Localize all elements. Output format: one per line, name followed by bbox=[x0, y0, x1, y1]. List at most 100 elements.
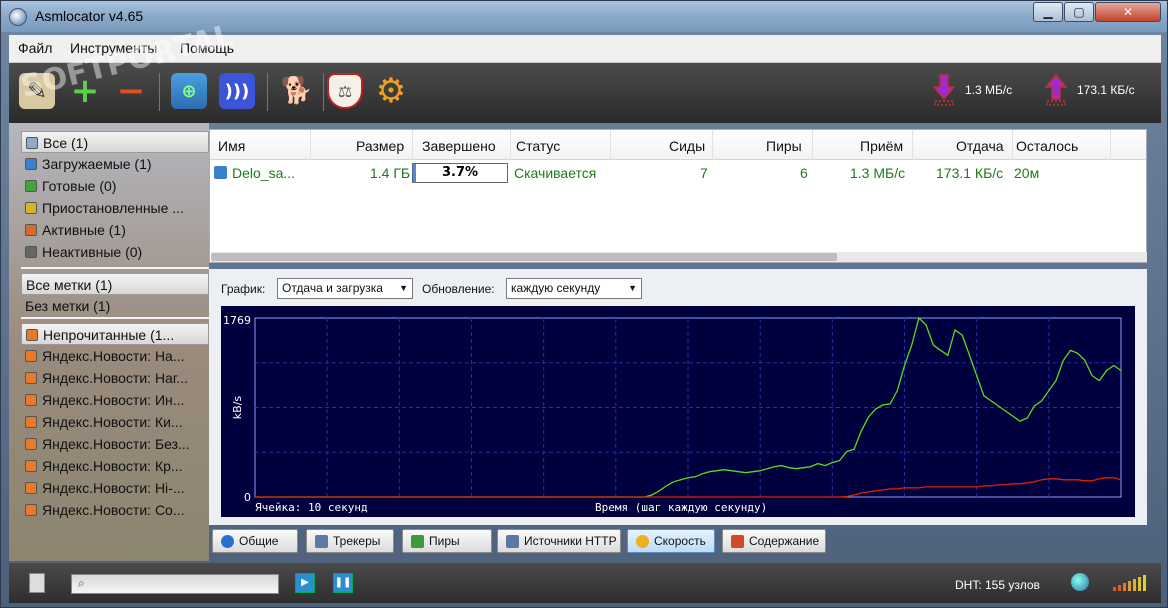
column-header-name[interactable]: Имя bbox=[218, 138, 245, 154]
column-header-eta[interactable]: Осталось bbox=[1016, 138, 1078, 154]
close-button[interactable]: ✕ bbox=[1095, 2, 1161, 22]
add-icon[interactable]: + bbox=[67, 71, 103, 111]
sidebar-item-label: Загружаемые (1) bbox=[42, 156, 152, 172]
rss-icon bbox=[26, 329, 38, 341]
update-interval-dropdown[interactable]: каждую секунду ▼ bbox=[506, 278, 642, 299]
rss-icon bbox=[25, 438, 37, 450]
sidebar-item-label: Яндекс.Новости: На... bbox=[42, 348, 185, 364]
sidebar-item-completed[interactable]: Готовые (0) bbox=[21, 175, 209, 197]
peers-icon bbox=[411, 535, 424, 548]
rss-icon bbox=[25, 394, 37, 406]
menu-help[interactable]: Помощь bbox=[180, 40, 234, 56]
maximize-button[interactable]: ▢ bbox=[1064, 2, 1094, 22]
gear-icon[interactable]: ⚙ bbox=[373, 71, 409, 111]
scrollbar-thumb[interactable] bbox=[211, 253, 837, 261]
column-header-download[interactable]: Приём bbox=[860, 138, 903, 154]
column-header-seeds[interactable]: Сиды bbox=[669, 138, 705, 154]
sidebar-divider bbox=[21, 267, 209, 269]
search-icon: ⌕ bbox=[78, 576, 85, 590]
menu-tools[interactable]: Инструменты bbox=[70, 40, 157, 56]
http-sources-icon bbox=[506, 535, 519, 548]
content-icon bbox=[731, 535, 744, 548]
cell-size: 1.4 ГБ bbox=[370, 165, 411, 181]
minimize-button[interactable]: ▁ bbox=[1033, 2, 1063, 22]
rss-icon bbox=[25, 482, 37, 494]
tab-general[interactable]: Общие bbox=[212, 529, 298, 553]
tab-content[interactable]: Содержание bbox=[722, 529, 826, 553]
column-header-upload[interactable]: Отдача bbox=[956, 138, 1004, 154]
search-input[interactable]: ⌕ bbox=[71, 574, 279, 594]
rss-icon bbox=[25, 350, 37, 362]
remove-icon[interactable]: − bbox=[113, 71, 149, 111]
network-icon[interactable]: ⊕ bbox=[171, 73, 207, 109]
menu-file[interactable]: Файл bbox=[18, 40, 52, 56]
rss-icon bbox=[25, 504, 37, 516]
shield-icon[interactable]: ⚖ bbox=[327, 73, 363, 109]
tab-label: Трекеры bbox=[333, 534, 381, 548]
sidebar-item-label: Яндекс.Новости: Hi-... bbox=[42, 480, 185, 496]
column-header-size[interactable]: Размер bbox=[356, 138, 404, 154]
sidebar-item-all-labels[interactable]: Все метки (1) bbox=[21, 273, 209, 295]
sidebar-item-label: Яндекс.Новости: Кр... bbox=[42, 458, 183, 474]
column-header-status[interactable]: Статус bbox=[516, 138, 560, 154]
column-divider bbox=[510, 130, 511, 160]
sidebar-item-downloading[interactable]: Загружаемые (1) bbox=[21, 153, 209, 175]
pause-icon[interactable]: ❚❚ bbox=[333, 573, 353, 593]
sidebar-item-inactive[interactable]: Неактивные (0) bbox=[21, 241, 209, 263]
sidebar-item-no-label[interactable]: Без метки (1) bbox=[21, 295, 209, 317]
play-icon[interactable]: ▶ bbox=[295, 573, 315, 593]
column-divider bbox=[412, 130, 413, 160]
cell-seeds: 7 bbox=[700, 165, 708, 181]
sidebar-item-feed[interactable]: Яндекс.Новости: На... bbox=[21, 345, 209, 367]
tab-http-sources[interactable]: Источники HTTP bbox=[497, 529, 621, 553]
column-divider bbox=[1012, 130, 1013, 160]
column-divider bbox=[310, 130, 311, 160]
sidebar-item-feed[interactable]: Яндекс.Новости: Ки... bbox=[21, 411, 209, 433]
status-filter-list: Все (1) Загружаемые (1) Готовые (0) Прио… bbox=[21, 131, 209, 263]
sidebar-item-label: Без метки (1) bbox=[25, 298, 111, 314]
upload-speed-icon bbox=[1045, 73, 1067, 106]
sidebar-item-feed[interactable]: Яндекс.Новости: Без... bbox=[21, 433, 209, 455]
sidebar-item-all[interactable]: Все (1) bbox=[21, 131, 209, 153]
horizontal-scrollbar[interactable] bbox=[211, 252, 1147, 262]
toolbar: ✎ + − ⊕ ))) 🐕 ⚖ ⚙ 1.3 МБ/с 173.1 КБ/с bbox=[9, 63, 1161, 123]
graph-type-label: График: bbox=[221, 282, 266, 296]
column-header-peers[interactable]: Пиры bbox=[766, 138, 802, 154]
sidebar-item-feed[interactable]: Яндекс.Новости: Наг... bbox=[21, 367, 209, 389]
rss-icon[interactable]: ))) bbox=[219, 73, 255, 109]
dog-icon[interactable]: 🐕 bbox=[279, 73, 315, 109]
sidebar-item-active[interactable]: Активные (1) bbox=[21, 219, 209, 241]
tab-trackers[interactable]: Трекеры bbox=[306, 529, 394, 553]
sidebar-item-feed[interactable]: Яндекс.Новости: Со... bbox=[21, 499, 209, 521]
column-divider bbox=[912, 130, 913, 160]
sidebar-divider bbox=[21, 317, 209, 319]
sidebar-item-feed[interactable]: Яндекс.Новости: Кр... bbox=[21, 455, 209, 477]
column-header-done[interactable]: Завершено bbox=[422, 138, 496, 154]
sidebar-item-label: Яндекс.Новости: Без... bbox=[42, 436, 190, 452]
sidebar-item-paused[interactable]: Приостановленные ... bbox=[21, 197, 209, 219]
create-torrent-icon[interactable]: ✎ bbox=[19, 73, 55, 109]
graph-type-dropdown[interactable]: Отдача и загрузка ▼ bbox=[277, 278, 413, 299]
globe-icon[interactable] bbox=[1071, 573, 1089, 591]
sidebar-item-unread[interactable]: Непрочитанные (1... bbox=[21, 323, 209, 345]
tab-label: Пиры bbox=[429, 534, 460, 548]
rss-icon bbox=[25, 416, 37, 428]
update-label: Обновление: bbox=[422, 282, 495, 296]
sidebar-item-feed[interactable]: Яндекс.Новости: Hi-... bbox=[21, 477, 209, 499]
inactive-icon bbox=[25, 246, 37, 258]
downloading-status-icon bbox=[214, 166, 227, 179]
y-tick-label-max: 1769 bbox=[223, 314, 251, 327]
cell-name: Delo_sa... bbox=[232, 165, 296, 181]
chevron-down-icon: ▼ bbox=[628, 283, 637, 293]
sidebar-item-label: Яндекс.Новости: Наг... bbox=[42, 370, 188, 386]
cell-status: Скачивается bbox=[514, 165, 597, 181]
tab-speed[interactable]: Скорость bbox=[627, 529, 715, 553]
tab-peers[interactable]: Пиры bbox=[402, 529, 492, 553]
sidebar-item-feed[interactable]: Яндекс.Новости: Ин... bbox=[21, 389, 209, 411]
signal-strength-icon bbox=[1113, 575, 1146, 591]
x-axis-label: Время (шаг каждую секунду) bbox=[595, 501, 767, 514]
column-divider bbox=[1110, 130, 1111, 160]
column-divider bbox=[610, 130, 611, 160]
log-icon[interactable] bbox=[29, 573, 45, 593]
update-interval-value: каждую секунду bbox=[511, 281, 601, 295]
